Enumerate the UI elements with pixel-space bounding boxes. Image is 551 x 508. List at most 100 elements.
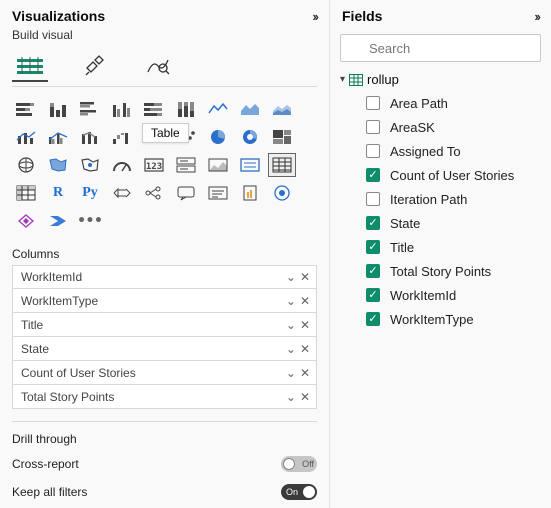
build-tab-format[interactable] xyxy=(76,50,112,82)
table-node[interactable]: ▾ rollup xyxy=(340,70,541,89)
field-item[interactable]: ✓ Title xyxy=(366,235,541,259)
viz-power-automate[interactable] xyxy=(44,209,72,233)
viz-line[interactable] xyxy=(204,97,232,121)
field-item[interactable]: AreaSK xyxy=(366,115,541,139)
columns-well[interactable]: WorkItemId ⌄✕ WorkItemType ⌄✕ Title ⌄✕ S… xyxy=(0,265,329,409)
remove-icon[interactable]: ✕ xyxy=(300,390,310,404)
field-item[interactable]: ✓WorkItemId xyxy=(366,283,541,307)
viz-azure-map[interactable] xyxy=(76,153,104,177)
build-visual-label: Build visual xyxy=(0,28,329,42)
viz-kpi[interactable] xyxy=(204,153,232,177)
checkbox[interactable]: ✓ xyxy=(366,312,380,326)
viz-stacked-area[interactable] xyxy=(268,97,296,121)
checkbox[interactable] xyxy=(366,96,380,110)
column-field[interactable]: State ⌄✕ xyxy=(12,337,317,361)
viz-donut[interactable] xyxy=(236,125,264,149)
field-item[interactable]: ✓State xyxy=(366,211,541,235)
checkbox[interactable] xyxy=(366,120,380,134)
viz-smart-narrative[interactable] xyxy=(204,181,232,205)
viz-qa[interactable] xyxy=(172,181,200,205)
viz-area[interactable] xyxy=(236,97,264,121)
viz-gauge[interactable] xyxy=(108,153,136,177)
column-field-label: WorkItemId xyxy=(21,270,82,284)
checkbox[interactable]: ✓ xyxy=(366,288,380,302)
field-item[interactable]: ✓Total Story Points xyxy=(366,259,541,283)
toggle-label: Off xyxy=(302,459,314,469)
viz-pie[interactable] xyxy=(204,125,232,149)
column-field[interactable]: Count of User Stories ⌄✕ xyxy=(12,361,317,385)
chevron-down-icon[interactable]: ⌄ xyxy=(286,366,296,380)
checkbox[interactable] xyxy=(366,192,380,206)
field-label: Area Path xyxy=(390,96,448,111)
viz-decomposition-tree[interactable] xyxy=(140,181,168,205)
divider xyxy=(12,86,317,87)
column-field[interactable]: Title ⌄ ✕ xyxy=(12,313,317,337)
viz-power-apps[interactable] xyxy=(12,209,40,233)
field-label: AreaSK xyxy=(390,120,435,135)
viz-line-clustered-column[interactable] xyxy=(44,125,72,149)
checkbox[interactable]: ✓ xyxy=(366,216,380,230)
viz-ribbon[interactable] xyxy=(76,125,104,149)
field-label: Iteration Path xyxy=(390,192,467,207)
collapse-fields-icon[interactable]: ›› xyxy=(534,9,539,24)
viz-arcgis[interactable] xyxy=(268,181,296,205)
format-icon xyxy=(83,54,105,76)
viz-filled-map[interactable] xyxy=(44,153,72,177)
remove-icon[interactable]: ✕ xyxy=(300,366,310,380)
chevron-down-icon[interactable]: ⌄ xyxy=(286,390,296,404)
viz-matrix[interactable] xyxy=(12,181,40,205)
column-field[interactable]: WorkItemId ⌄ ✕ xyxy=(12,265,317,289)
viz-stacked-column[interactable] xyxy=(44,97,72,121)
viz-treemap[interactable] xyxy=(268,125,296,149)
viz-map[interactable] xyxy=(12,153,40,177)
remove-icon[interactable]: ✕ xyxy=(300,294,310,308)
remove-icon[interactable]: ✕ xyxy=(300,270,310,284)
field-item[interactable]: Area Path xyxy=(366,91,541,115)
checkbox[interactable]: ✓ xyxy=(366,264,380,278)
viz-clustered-column[interactable] xyxy=(108,97,136,121)
keep-filters-toggle[interactable]: On xyxy=(281,484,317,500)
viz-100-stacked-column[interactable] xyxy=(172,97,200,121)
remove-icon[interactable]: ✕ xyxy=(300,318,310,332)
viz-r-visual[interactable]: R xyxy=(44,181,72,205)
viz-stacked-bar[interactable] xyxy=(12,97,40,121)
chevron-down-icon[interactable]: ⌄ xyxy=(286,294,296,308)
field-label: Title xyxy=(390,240,414,255)
column-field[interactable]: Total Story Points ⌄✕ xyxy=(12,385,317,409)
search-input[interactable] xyxy=(340,34,541,62)
viz-python-visual[interactable]: Py xyxy=(76,181,104,205)
field-item[interactable]: ✓WorkItemType xyxy=(366,307,541,331)
chevron-down-icon[interactable]: ⌄ xyxy=(286,270,296,284)
field-item[interactable]: Iteration Path xyxy=(366,187,541,211)
chevron-down-icon[interactable]: ⌄ xyxy=(286,342,296,356)
remove-icon[interactable]: ✕ xyxy=(300,342,310,356)
field-item[interactable]: Assigned To xyxy=(366,139,541,163)
checkbox[interactable] xyxy=(366,144,380,158)
viz-paginated-report[interactable] xyxy=(236,181,264,205)
viz-more[interactable]: ••• xyxy=(76,209,104,233)
viz-table[interactable] xyxy=(268,153,296,177)
drill-through-label: Drill through xyxy=(0,426,329,450)
viz-clustered-bar[interactable] xyxy=(76,97,104,121)
checkbox[interactable]: ✓ xyxy=(366,168,380,182)
checkbox[interactable]: ✓ xyxy=(366,240,380,254)
viz-100-stacked-bar[interactable] xyxy=(140,97,168,121)
viz-line-stacked-column[interactable] xyxy=(12,125,40,149)
build-tab-analytics[interactable] xyxy=(140,50,176,82)
column-field-label: WorkItemType xyxy=(21,294,98,308)
chevron-down-icon[interactable]: ⌄ xyxy=(286,318,296,332)
fields-title: Fields xyxy=(342,8,382,24)
viz-slicer[interactable] xyxy=(236,153,264,177)
collapse-visualizations-icon[interactable]: ›› xyxy=(312,9,317,24)
viz-key-influencers[interactable] xyxy=(108,181,136,205)
viz-waterfall[interactable] xyxy=(108,125,136,149)
field-item[interactable]: ✓Count of User Stories xyxy=(366,163,541,187)
column-field[interactable]: WorkItemType ⌄ ✕ xyxy=(12,289,317,313)
viz-scatter[interactable] xyxy=(172,125,200,149)
cross-report-toggle[interactable]: Off xyxy=(281,456,317,472)
viz-funnel[interactable] xyxy=(140,125,168,149)
viz-multi-row-card[interactable] xyxy=(172,153,200,177)
column-field-label: Title xyxy=(21,318,43,332)
viz-card[interactable]: 123 xyxy=(140,153,168,177)
build-tab-visual[interactable] xyxy=(12,50,48,82)
